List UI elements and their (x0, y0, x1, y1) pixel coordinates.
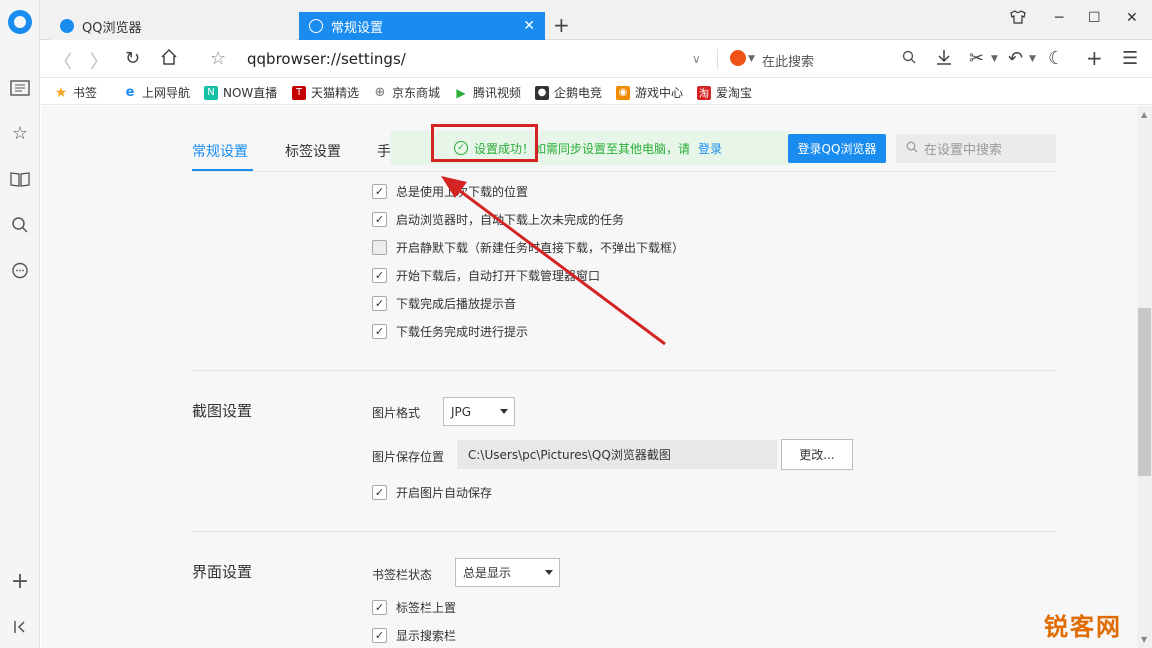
notes-icon[interactable] (8, 76, 32, 100)
bookmark-item[interactable]: ◉ 游戏中心 (616, 84, 683, 101)
bookmark-bar: ★ 书签 e 上网导航 N NOW直播 T 天猫精选 ⊕ 京东商城 ▶ 腾讯视频… (40, 78, 1152, 105)
bookmark-label: 上网导航 (142, 86, 191, 100)
address-bar: 〈 〉 ↻ ☆ qqbrowser://settings/ ∨ ▼ 在此搜索 ✂… (40, 40, 1152, 78)
left-sidebar: ☆ + (0, 0, 40, 648)
skin-shirt-icon[interactable] (1010, 10, 1026, 28)
refresh-icon[interactable]: ↻ (125, 48, 140, 69)
tab-qq-browser[interactable]: QQ浏览器 (50, 12, 296, 40)
favorites-star-icon[interactable]: ☆ (8, 121, 32, 145)
bookmark-label: 游戏中心 (635, 86, 684, 100)
penguin-icon: ● (535, 85, 549, 100)
scrollbar[interactable]: ▲ ▼ (1137, 106, 1152, 648)
divider (717, 49, 718, 69)
bookmark-item[interactable]: e 上网导航 (123, 84, 190, 101)
chat-bubble-icon[interactable] (8, 259, 32, 283)
gamepad-icon: ◉ (616, 85, 630, 100)
qq-browser-logo-icon[interactable] (8, 10, 32, 34)
url-field[interactable]: qqbrowser://settings/ (247, 50, 406, 68)
search-engine-dropdown-icon[interactable]: ▼ (748, 54, 755, 64)
bookmark-label: NOW直播 (223, 86, 278, 100)
menu-hamburger-icon[interactable]: ☰ (1122, 48, 1138, 69)
download-icon[interactable] (935, 48, 953, 71)
new-tab-plus-icon[interactable]: + (553, 13, 570, 37)
now-icon: N (204, 85, 218, 100)
watermark-logo: 锐客网 (1014, 592, 1152, 648)
settings-page: 常规设置 标签设置 手 ✓ 设置成功！如需同步设置至其他电脑，请 登录 登录QQ… (41, 106, 1137, 648)
url-dropdown-chevron-down-icon[interactable]: ∨ (692, 52, 701, 66)
bookmark-item[interactable]: 淘 爱淘宝 (697, 84, 752, 101)
scroll-up-icon[interactable]: ▲ (1141, 110, 1147, 119)
bookmark-item[interactable]: ⊕ 京东商城 (373, 84, 440, 101)
bookmark-item[interactable]: ▶ 腾讯视频 (454, 84, 521, 101)
collapse-sidebar-icon[interactable] (8, 615, 32, 639)
maximize-icon[interactable]: ☐ (1088, 10, 1101, 26)
undo-dropdown-icon[interactable]: ▼ (1029, 54, 1036, 64)
close-tab-icon[interactable]: ✕ (523, 18, 535, 34)
taobao-icon: 淘 (697, 85, 711, 100)
tab-title: QQ浏览器 (82, 20, 142, 36)
annotation-arrow (441, 176, 666, 346)
add-icon[interactable]: + (1086, 46, 1103, 70)
play-icon: ▶ (456, 85, 466, 100)
undo-icon[interactable]: ↶ (1008, 48, 1023, 69)
ie-icon: e (125, 85, 135, 100)
globe-icon: ⊕ (374, 85, 386, 100)
watermark-text: 锐客网 (1044, 613, 1122, 641)
scissors-dropdown-icon[interactable]: ▼ (991, 54, 998, 64)
tab-general-settings[interactable]: 常规设置 ✕ (299, 12, 545, 40)
tab-bar: QQ浏览器 常规设置 ✕ + ─ ☐ ✕ (40, 0, 1152, 40)
forward-arrow-icon[interactable]: 〉 (90, 48, 108, 74)
search-input[interactable]: 在此搜索 (762, 51, 814, 70)
bookmark-label: 书签 (73, 86, 98, 100)
bookmark-item[interactable]: ● 企鹅电竞 (535, 84, 602, 101)
tmall-icon: T (292, 85, 306, 100)
bookmark-label: 爱淘宝 (716, 86, 753, 100)
bookmark-item[interactable]: N NOW直播 (204, 84, 277, 101)
bookmark-label: 腾讯视频 (473, 86, 522, 100)
qq-browser-favicon-icon (60, 19, 74, 33)
screenshot-scissors-icon[interactable]: ✂ (969, 48, 984, 69)
minimize-icon[interactable]: ─ (1055, 10, 1063, 26)
scrollbar-thumb[interactable] (1138, 308, 1151, 476)
star-icon: ★ (54, 84, 68, 101)
settings-gear-icon (309, 19, 323, 33)
back-arrow-icon[interactable]: 〈 (54, 48, 72, 74)
bookmark-item[interactable]: ★ 书签 (54, 84, 97, 101)
reader-book-icon[interactable] (8, 167, 32, 191)
bookmark-label: 企鹅电竞 (554, 86, 603, 100)
tab-title: 常规设置 (331, 20, 384, 36)
search-icon[interactable] (902, 48, 916, 69)
close-window-icon[interactable]: ✕ (1126, 10, 1138, 26)
home-icon[interactable] (160, 48, 178, 71)
add-icon[interactable]: + (8, 569, 32, 594)
night-mode-moon-icon[interactable]: ☾ (1048, 48, 1064, 69)
search-icon[interactable] (8, 213, 32, 237)
sogou-search-engine-icon[interactable] (730, 50, 746, 66)
bookmark-label: 天猫精选 (311, 86, 360, 100)
bookmark-star-icon[interactable]: ☆ (210, 48, 226, 69)
bookmark-item[interactable]: T 天猫精选 (292, 84, 359, 101)
bookmark-label: 京东商城 (392, 86, 441, 100)
